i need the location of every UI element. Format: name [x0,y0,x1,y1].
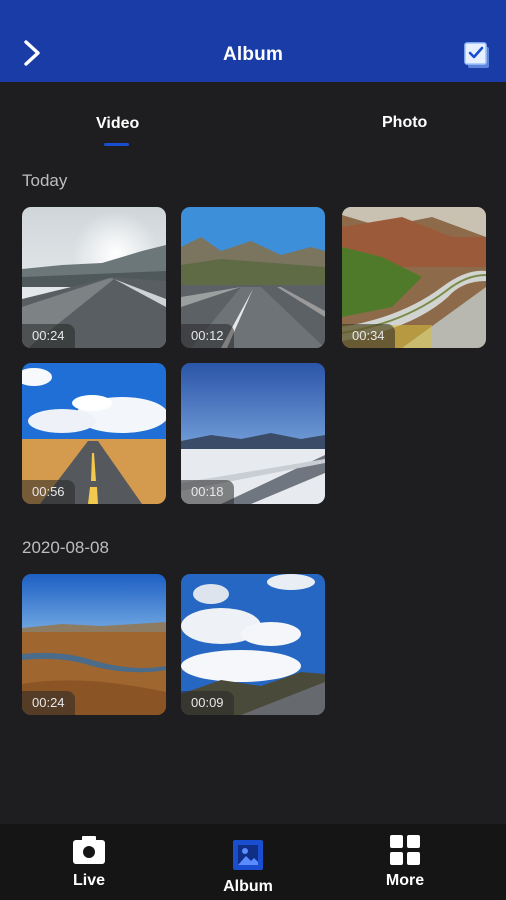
video-thumbnail[interactable]: 00:56 [22,363,166,504]
section-title-date: 2020-08-08 [22,538,109,557]
tab-photo[interactable]: Photo [382,114,427,132]
album-icon [232,839,264,876]
nav-item-more[interactable]: More [345,824,465,900]
video-thumbnail[interactable]: 00:12 [181,207,325,348]
tab-selected-indicator [104,143,129,146]
nav-label-album: Album [223,878,273,895]
nav-item-album[interactable]: Album [188,824,308,900]
video-duration: 00:18 [181,480,234,504]
bottom-navigation: Live Album More [0,824,506,900]
grid-icon [389,834,421,871]
page-title: Album [222,44,284,65]
video-thumbnail[interactable]: 00:09 [181,574,325,715]
header-bar: Album [0,0,506,82]
video-duration: 00:09 [181,691,234,715]
select-checkbox-icon[interactable] [462,40,492,70]
video-thumbnail[interactable]: 00:24 [22,207,166,348]
video-duration: 00:56 [22,480,75,504]
nav-label-live: Live [72,872,105,889]
video-duration: 00:24 [22,324,75,348]
media-type-tabs: Video Photo [0,82,506,152]
video-duration: 00:12 [181,324,234,348]
video-thumbnail[interactable]: 00:34 [342,207,486,348]
video-duration: 00:34 [342,324,395,348]
video-thumbnail[interactable]: 00:24 [22,574,166,715]
section-title-today: Today [22,171,68,190]
video-thumbnail[interactable]: 00:18 [181,363,325,504]
nav-item-live[interactable]: Live [29,824,149,900]
video-duration: 00:24 [22,691,75,715]
camera-icon [71,835,107,870]
nav-label-more: More [385,872,425,889]
tab-video[interactable]: Video [96,115,139,133]
